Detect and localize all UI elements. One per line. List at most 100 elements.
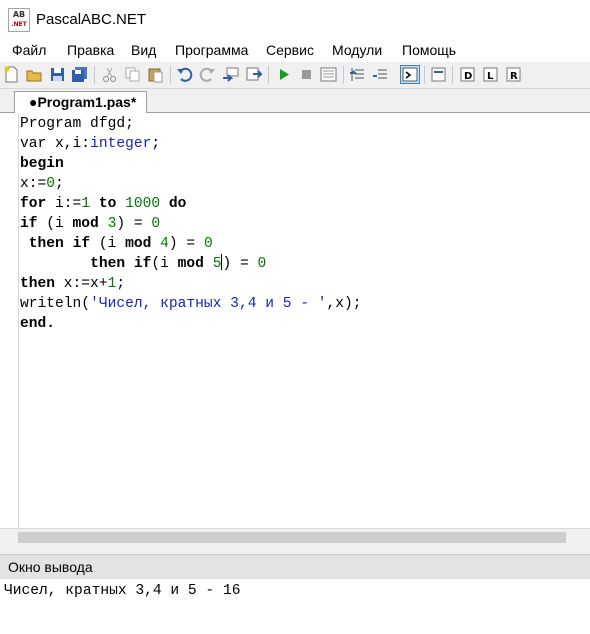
output-panel-header: Окно вывода	[0, 554, 590, 580]
code-token: then	[90, 256, 126, 272]
code-token: ;	[151, 136, 161, 152]
code-line: then if(i mod 5) = 0	[20, 254, 362, 274]
tab-strip: ●Program1.pas*	[0, 89, 590, 113]
svg-text:D: D	[464, 71, 472, 82]
code-token: 4	[160, 236, 169, 252]
menu-help[interactable]: Помощь	[402, 42, 456, 58]
menu-view[interactable]: Вид	[131, 42, 156, 58]
toolbar: D L R	[0, 62, 590, 89]
code-token: if	[20, 216, 38, 232]
undo-icon[interactable]	[176, 66, 193, 83]
code-token: ;	[116, 276, 126, 292]
code-area[interactable]: Program dfgd; var x,i:integer; begin x:=0; f…	[20, 114, 362, 334]
code-token: ;	[55, 176, 64, 192]
stop-icon[interactable]	[298, 66, 315, 83]
code-token: (i	[90, 236, 126, 252]
output-panel[interactable]: Чисел, кратных 3,4 и 5 - 16	[0, 579, 590, 634]
code-token: do	[168, 196, 187, 212]
code-token: Program dfgd;	[20, 116, 134, 132]
code-token: integer	[90, 136, 152, 152]
code-token: 0	[257, 256, 267, 272]
menu-service[interactable]: Сервис	[266, 42, 314, 58]
toolbar-separator	[452, 66, 453, 84]
cut-icon[interactable]	[101, 66, 118, 83]
code-token: 1	[81, 196, 91, 212]
library-icon[interactable]: L	[482, 66, 499, 83]
copy-icon[interactable]	[124, 66, 141, 83]
code-token: (i	[37, 216, 73, 232]
toolbar-separator	[343, 66, 344, 84]
app-logo-text: AB	[12, 10, 26, 19]
code-line: then x:=x+1;	[20, 274, 362, 294]
debug-window-icon[interactable]	[320, 66, 337, 83]
open-icon[interactable]	[26, 66, 43, 83]
panel-splitter[interactable]	[0, 546, 590, 554]
step-into-icon[interactable]	[349, 66, 366, 83]
output-panel-title: Окно вывода	[8, 559, 93, 575]
form-icon[interactable]	[430, 66, 447, 83]
toolbar-separator	[170, 66, 171, 84]
reference-icon[interactable]: R	[505, 66, 522, 83]
code-token: end.	[20, 316, 56, 332]
code-line: end.	[20, 314, 362, 334]
redo-icon[interactable]	[199, 66, 216, 83]
code-line: x:=0;	[20, 174, 362, 194]
code-token: 0	[203, 236, 213, 252]
code-token: to	[98, 196, 117, 212]
code-token: mod	[177, 256, 204, 272]
scrollbar-thumb[interactable]	[18, 532, 566, 543]
toolbar-separator	[268, 66, 269, 84]
code-token: var x,i:	[20, 136, 91, 152]
step-over-icon[interactable]	[372, 66, 389, 83]
code-line: begin	[20, 154, 362, 174]
code-line: for i:=1 to 1000 do	[20, 194, 362, 214]
code-token: 'Чисел, кратных 3,4 и 5 - '	[90, 296, 327, 312]
paste-icon[interactable]	[147, 66, 164, 83]
code-line: Program dfgd;	[20, 114, 362, 134]
code-token: (i	[151, 256, 178, 272]
code-token: ) =	[222, 256, 258, 272]
run-icon[interactable]	[275, 66, 292, 83]
code-token: for	[20, 196, 47, 212]
toolbar-separator	[424, 66, 425, 84]
code-editor[interactable]: Program dfgd; var x,i:integer; begin x:=0; f…	[0, 113, 590, 528]
menu-edit[interactable]: Правка	[67, 42, 114, 58]
code-token: 0	[151, 216, 161, 232]
toolbar-separator	[94, 66, 95, 84]
output-toggle-icon[interactable]	[400, 65, 420, 84]
rebuild-icon[interactable]	[245, 66, 262, 83]
menu-file[interactable]: Файл	[12, 42, 46, 58]
code-token: if	[72, 236, 91, 252]
title-bar: AB .NET PascalABC.NET	[0, 0, 590, 40]
save-all-icon[interactable]	[71, 66, 88, 83]
svg-text:R: R	[510, 71, 518, 82]
output-text: Чисел, кратных 3,4 и 5 - 16	[4, 583, 241, 599]
editor-gutter	[0, 113, 19, 528]
code-token: ) =	[168, 236, 204, 252]
code-line: var x,i:integer;	[20, 134, 362, 154]
dll-icon[interactable]: D	[459, 66, 476, 83]
code-line: then if (i mod 4) = 0	[20, 234, 362, 254]
horizontal-scrollbar[interactable]	[0, 528, 590, 546]
code-token: then	[20, 276, 56, 292]
menu-modules[interactable]: Модули	[332, 42, 382, 58]
code-line: writeln('Чисел, кратных 3,4 и 5 - ',x);	[20, 294, 362, 314]
code-token: mod	[72, 216, 99, 232]
new-file-icon[interactable]	[3, 66, 20, 83]
save-icon[interactable]	[49, 66, 66, 83]
code-token: x:=	[20, 176, 47, 192]
tab-program1[interactable]: ●Program1.pas*	[14, 91, 148, 113]
menu-program[interactable]: Программа	[175, 42, 248, 58]
compile-icon[interactable]	[222, 66, 239, 83]
code-token: 0	[46, 176, 56, 192]
code-token: ) =	[116, 216, 152, 232]
svg-text:L: L	[487, 71, 494, 82]
